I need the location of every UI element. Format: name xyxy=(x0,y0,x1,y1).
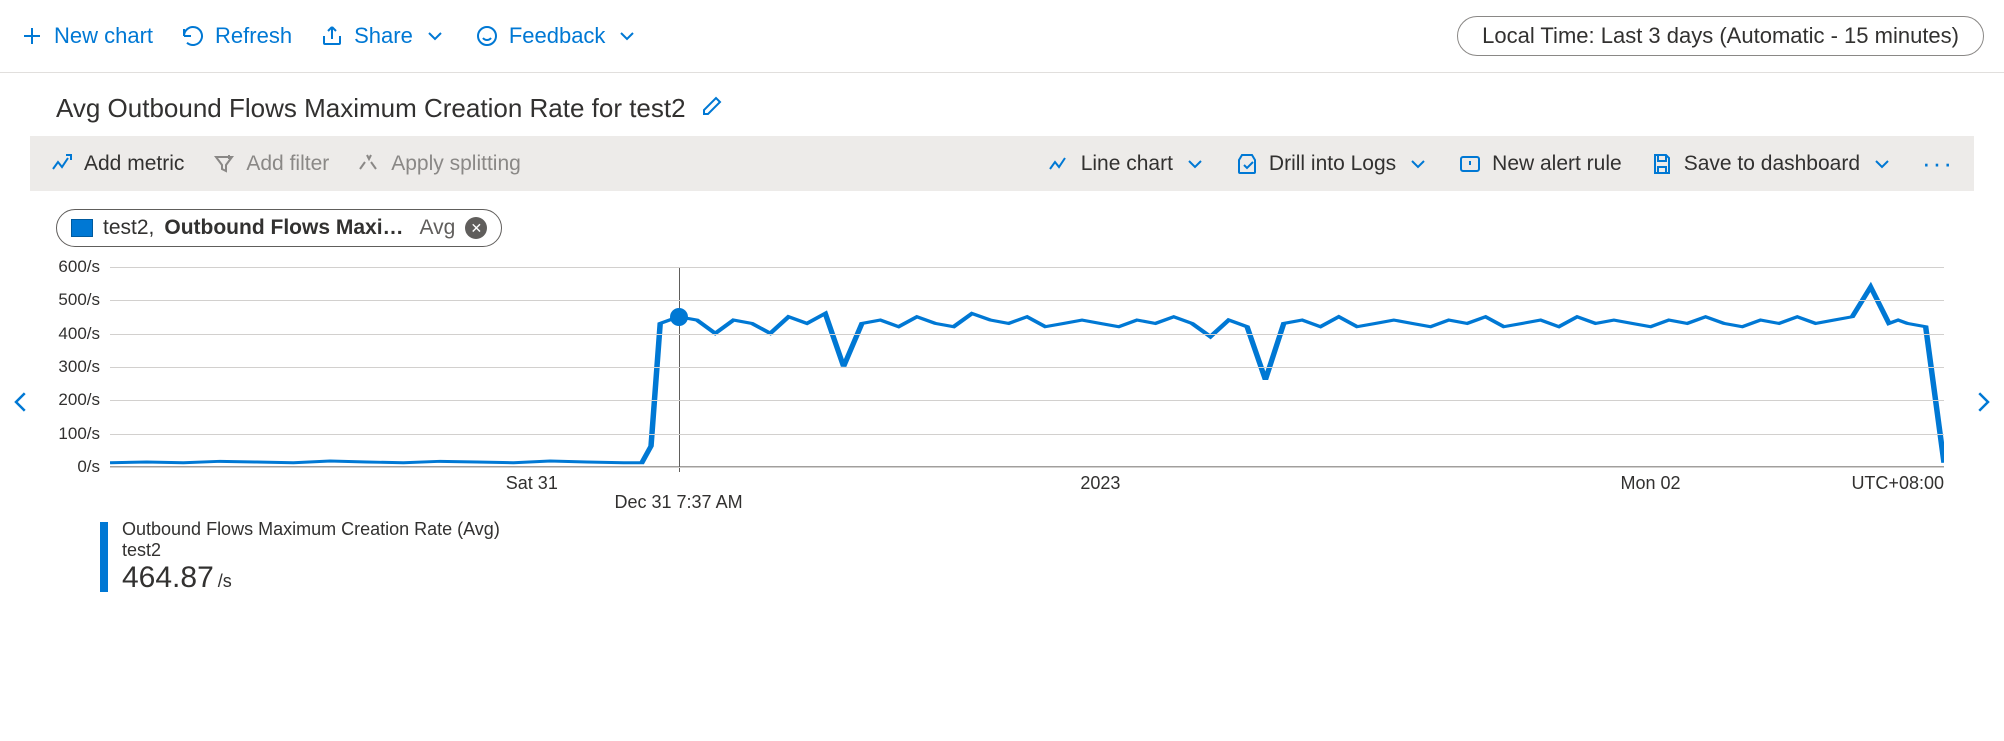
chip-metric: Outbound Flows Maxi… xyxy=(164,216,403,240)
viz-type-button[interactable]: Line chart xyxy=(1047,152,1207,176)
apply-splitting-button[interactable]: Apply splitting xyxy=(357,152,521,176)
next-time-button[interactable] xyxy=(1968,387,1998,425)
add-metric-label: Add metric xyxy=(84,152,184,176)
y-tick-label: 300/s xyxy=(58,357,110,377)
pencil-icon xyxy=(700,94,724,118)
time-range-label: Local Time: Last 3 days (Automatic - 15 … xyxy=(1482,23,1959,48)
y-tick-label: 100/s xyxy=(58,424,110,444)
feedback-button[interactable]: Feedback xyxy=(475,23,640,49)
more-button[interactable]: ··· xyxy=(1922,148,1954,179)
add-metric-icon xyxy=(50,152,74,176)
legend-sub: test2 xyxy=(122,540,500,561)
chip-scope: test2, xyxy=(103,216,154,240)
hover-line xyxy=(679,267,680,472)
chevron-down-icon xyxy=(615,24,639,48)
filter-icon xyxy=(212,152,236,176)
chevron-left-icon xyxy=(6,387,36,417)
y-tick-label: 200/s xyxy=(58,390,110,410)
apply-splitting-label: Apply splitting xyxy=(391,152,521,176)
smile-icon xyxy=(475,24,499,48)
gridline xyxy=(110,434,1944,435)
feedback-label: Feedback xyxy=(509,23,606,49)
gridline xyxy=(110,300,1944,301)
share-button[interactable]: Share xyxy=(320,23,447,49)
legend: Outbound Flows Maximum Creation Rate (Av… xyxy=(0,501,2004,613)
chip-agg: Avg xyxy=(420,216,456,240)
new-chart-label: New chart xyxy=(54,23,153,49)
chevron-down-icon xyxy=(423,24,447,48)
add-filter-label: Add filter xyxy=(246,152,329,176)
time-range-pill[interactable]: Local Time: Last 3 days (Automatic - 15 … xyxy=(1457,16,1984,56)
plus-icon xyxy=(20,24,44,48)
chart-area: Dec 31 7:37 AM 0/s100/s200/s300/s400/s50… xyxy=(0,257,2004,501)
viz-type-label: Line chart xyxy=(1081,152,1173,176)
x-tick-label: UTC+08:00 xyxy=(1851,473,1944,494)
add-metric-button[interactable]: Add metric xyxy=(50,152,184,176)
x-tick-label: 2023 xyxy=(1080,473,1120,494)
x-tick-label: Sat 31 xyxy=(506,473,558,494)
drill-logs-button[interactable]: Drill into Logs xyxy=(1235,152,1430,176)
y-tick-label: 400/s xyxy=(58,324,110,344)
prev-time-button[interactable] xyxy=(6,387,36,425)
edit-title-button[interactable] xyxy=(700,94,724,123)
topbar: New chart Refresh Share Feedback Local T… xyxy=(0,0,2004,73)
gridline xyxy=(110,367,1944,368)
gridline xyxy=(110,467,1944,468)
drill-logs-label: Drill into Logs xyxy=(1269,152,1396,176)
legend-name: Outbound Flows Maximum Creation Rate (Av… xyxy=(122,519,500,540)
chart-toolbar: Add metric Add filter Apply splitting Li… xyxy=(30,136,1974,191)
y-tick-label: 0/s xyxy=(77,457,110,477)
share-label: Share xyxy=(354,23,413,49)
new-alert-label: New alert rule xyxy=(1492,152,1622,176)
add-filter-button[interactable]: Add filter xyxy=(212,152,329,176)
chip-remove-button[interactable]: ✕ xyxy=(465,217,487,239)
legend-color-bar xyxy=(100,522,108,592)
x-tick-label: Mon 02 xyxy=(1621,473,1681,494)
y-tick-label: 500/s xyxy=(58,290,110,310)
save-dashboard-label: Save to dashboard xyxy=(1684,152,1860,176)
new-chart-button[interactable]: New chart xyxy=(20,23,153,49)
metric-chip-row: test2, Outbound Flows Maxi… Avg ✕ xyxy=(0,205,2004,257)
metric-chip[interactable]: test2, Outbound Flows Maxi… Avg ✕ xyxy=(56,209,502,247)
share-icon xyxy=(320,24,344,48)
gridline xyxy=(110,400,1944,401)
alert-icon xyxy=(1458,152,1482,176)
split-icon xyxy=(357,152,381,176)
refresh-button[interactable]: Refresh xyxy=(181,23,292,49)
chevron-right-icon xyxy=(1968,387,1998,417)
gridline xyxy=(110,267,1944,268)
logs-icon xyxy=(1235,152,1259,176)
title-row: Avg Outbound Flows Maximum Creation Rate… xyxy=(0,73,2004,136)
save-icon xyxy=(1650,152,1674,176)
new-alert-button[interactable]: New alert rule xyxy=(1458,152,1622,176)
legend-value: 464.87 xyxy=(122,561,214,594)
y-tick-label: 600/s xyxy=(58,257,110,277)
gridline xyxy=(110,334,1944,335)
resource-icon xyxy=(71,219,93,237)
hover-dot xyxy=(670,308,688,326)
plot-area[interactable]: Dec 31 7:37 AM 0/s100/s200/s300/s400/s50… xyxy=(110,267,1944,467)
chevron-down-icon xyxy=(1870,152,1894,176)
chevron-down-icon xyxy=(1183,152,1207,176)
line-chart-icon xyxy=(1047,152,1071,176)
legend-unit: /s xyxy=(218,571,232,591)
chart-title: Avg Outbound Flows Maximum Creation Rate… xyxy=(56,93,686,124)
refresh-icon xyxy=(181,24,205,48)
refresh-label: Refresh xyxy=(215,23,292,49)
chevron-down-icon xyxy=(1406,152,1430,176)
x-axis-labels: Sat 31 2023 Mon 02 UTC+08:00 xyxy=(110,473,1944,501)
save-dashboard-button[interactable]: Save to dashboard xyxy=(1650,152,1894,176)
